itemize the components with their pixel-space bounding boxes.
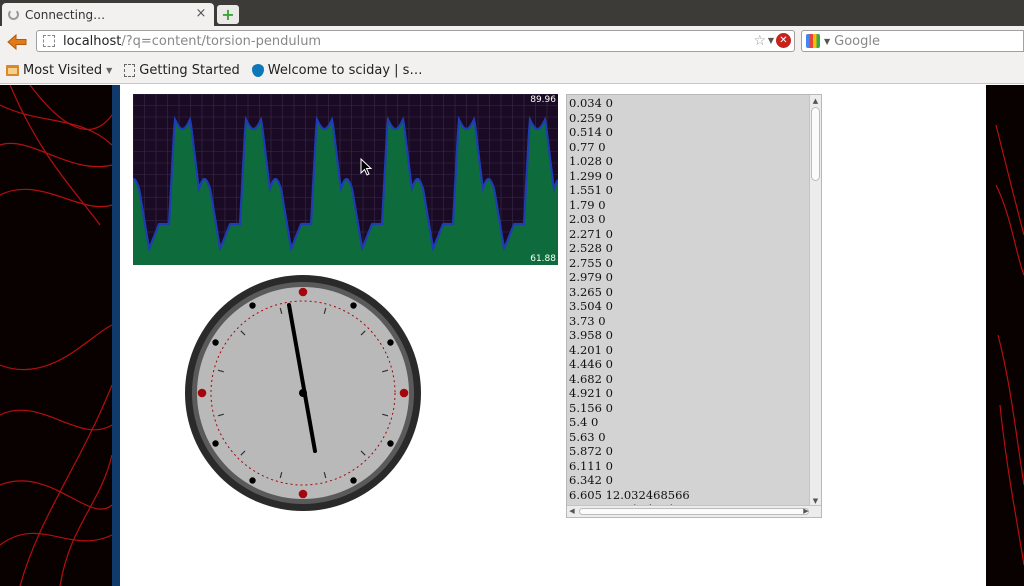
background-streaks-right xyxy=(995,124,1024,566)
horizontal-scrollbar[interactable]: ◀ ▶ xyxy=(567,505,821,517)
data-line: 0.034 0 xyxy=(569,96,613,110)
page-content: 89.96 61.88 0.034 0 0.259 0 0.514 0 0.77 01… xyxy=(0,85,1024,586)
search-input[interactable]: Google xyxy=(834,34,880,49)
scrollbar-thumb[interactable] xyxy=(579,508,809,515)
dial-minor-marker xyxy=(350,302,357,309)
url-host: localhost xyxy=(63,33,122,49)
loading-spinner-icon xyxy=(8,9,19,20)
scroll-right-icon[interactable]: ▶ xyxy=(801,506,811,517)
dial-major-marker xyxy=(197,388,207,398)
stop-loading-icon[interactable]: ✕ xyxy=(776,33,791,48)
dial-minor-marker xyxy=(387,339,394,346)
tab-strip: Connecting… × + xyxy=(0,0,1024,26)
mouse-cursor-icon xyxy=(360,158,372,176)
pendulum-dial xyxy=(183,273,423,513)
background-left xyxy=(0,85,120,586)
background-right xyxy=(986,85,1024,586)
data-line: 1.299 0 xyxy=(569,168,613,183)
angle-graph: 89.96 61.88 xyxy=(133,94,558,265)
data-line: 1.551 0 xyxy=(569,183,613,197)
chevron-down-icon: ▼ xyxy=(106,66,113,75)
data-line: 0.514 0 xyxy=(569,125,613,139)
data-line: 5.156 0 xyxy=(569,400,613,415)
data-line: 1.79 0 xyxy=(569,197,606,212)
bookmark-getting-started[interactable]: Getting Started xyxy=(124,63,240,78)
data-line: 2.528 0 xyxy=(569,241,613,255)
data-line: 3.73 0 xyxy=(569,313,606,328)
graph-max-label: 89.96 xyxy=(530,95,556,105)
data-list[interactable]: 0.034 0 0.259 0 0.514 0 0.77 0 1.028 0 1.299 … xyxy=(566,94,822,518)
data-line: 0.259 0 xyxy=(569,110,613,125)
bookmark-label: Most Visited xyxy=(23,63,103,78)
data-line: 2.979 0 xyxy=(569,270,613,284)
history-dropdown-icon[interactable]: ▼ xyxy=(768,36,774,45)
plus-icon: + xyxy=(221,4,235,24)
data-line: 3.504 0 xyxy=(569,299,613,313)
bookmark-sciday[interactable]: Welcome to sciday | s… xyxy=(251,63,423,78)
dial-minor-marker xyxy=(387,440,394,447)
data-line: 3.958 0 xyxy=(569,328,613,342)
dial-minor-marker xyxy=(212,339,219,346)
bookmark-label: Welcome to sciday | s… xyxy=(267,63,423,78)
tab-title: Connecting… xyxy=(25,7,106,22)
dial-minor-marker xyxy=(249,302,256,309)
bookmarks-toolbar: Most Visited ▼ Getting Started Welcome t… xyxy=(0,58,1024,84)
data-line: 2.271 0 xyxy=(569,226,613,241)
angle-graph-plot xyxy=(133,94,558,265)
scroll-left-icon[interactable]: ◀ xyxy=(567,506,577,517)
google-icon[interactable] xyxy=(806,34,820,48)
new-tab-button[interactable]: + xyxy=(217,5,239,24)
vertical-scrollbar[interactable]: ▲ ▼ xyxy=(809,95,821,507)
site-identity-icon[interactable] xyxy=(43,35,55,47)
data-line: 6.605 12.032468566 xyxy=(569,487,690,502)
folder-icon xyxy=(6,65,19,76)
search-bar[interactable]: ▼ Google xyxy=(801,30,1024,52)
background-edge-left xyxy=(112,85,120,586)
data-line: 4.446 0 xyxy=(569,357,613,371)
data-line: 5.872 0 xyxy=(569,444,613,458)
graph-min-label: 61.88 xyxy=(530,254,556,264)
dial-minor-marker xyxy=(350,477,357,484)
background-streaks xyxy=(0,85,113,586)
data-line: 5.63 0 xyxy=(569,429,606,444)
back-arrow-icon[interactable] xyxy=(6,32,28,52)
drupal-icon xyxy=(251,64,264,77)
data-line: 1.028 0 xyxy=(569,154,613,168)
dial-major-marker xyxy=(298,489,308,499)
bookmark-label: Getting Started xyxy=(139,63,240,78)
data-line: 6.111 0 xyxy=(569,458,613,473)
bookmark-star-icon[interactable]: ☆ xyxy=(753,33,766,49)
dial-pivot xyxy=(299,389,307,397)
data-line: 0.77 0 xyxy=(569,139,606,154)
scroll-up-icon[interactable]: ▲ xyxy=(810,96,821,106)
bookmark-most-visited[interactable]: Most Visited ▼ xyxy=(6,63,112,78)
address-bar[interactable]: localhost /?q=content/torsion-pendulum ☆… xyxy=(36,30,795,52)
search-engine-dropdown-icon[interactable]: ▼ xyxy=(824,37,830,46)
data-lines: 0.034 0 0.259 0 0.514 0 0.77 0 1.028 0 1.299 … xyxy=(569,96,697,517)
pendulum-dial-face xyxy=(185,275,421,511)
close-tab-icon[interactable]: × xyxy=(194,7,208,21)
dial-major-marker xyxy=(399,388,409,398)
scrollbar-thumb[interactable] xyxy=(811,107,820,181)
browser-tab[interactable]: Connecting… × xyxy=(2,3,214,26)
data-line: 5.4 0 xyxy=(569,415,599,429)
url-path: /?q=content/torsion-pendulum xyxy=(121,33,322,49)
data-line: 2.03 0 xyxy=(569,212,606,226)
dial-minor-marker xyxy=(212,440,219,447)
data-line: 4.201 0 xyxy=(569,342,613,357)
data-line: 6.342 0 xyxy=(569,473,613,487)
dial-minor-marker xyxy=(249,477,256,484)
data-line: 4.682 0 xyxy=(569,371,613,386)
dial-major-marker xyxy=(298,287,308,297)
navigation-toolbar: localhost /?q=content/torsion-pendulum ☆… xyxy=(0,26,1024,58)
data-line: 2.755 0 xyxy=(569,255,613,270)
data-line: 4.921 0 xyxy=(569,386,613,400)
data-line: 3.265 0 xyxy=(569,284,613,299)
page-icon xyxy=(124,64,136,77)
